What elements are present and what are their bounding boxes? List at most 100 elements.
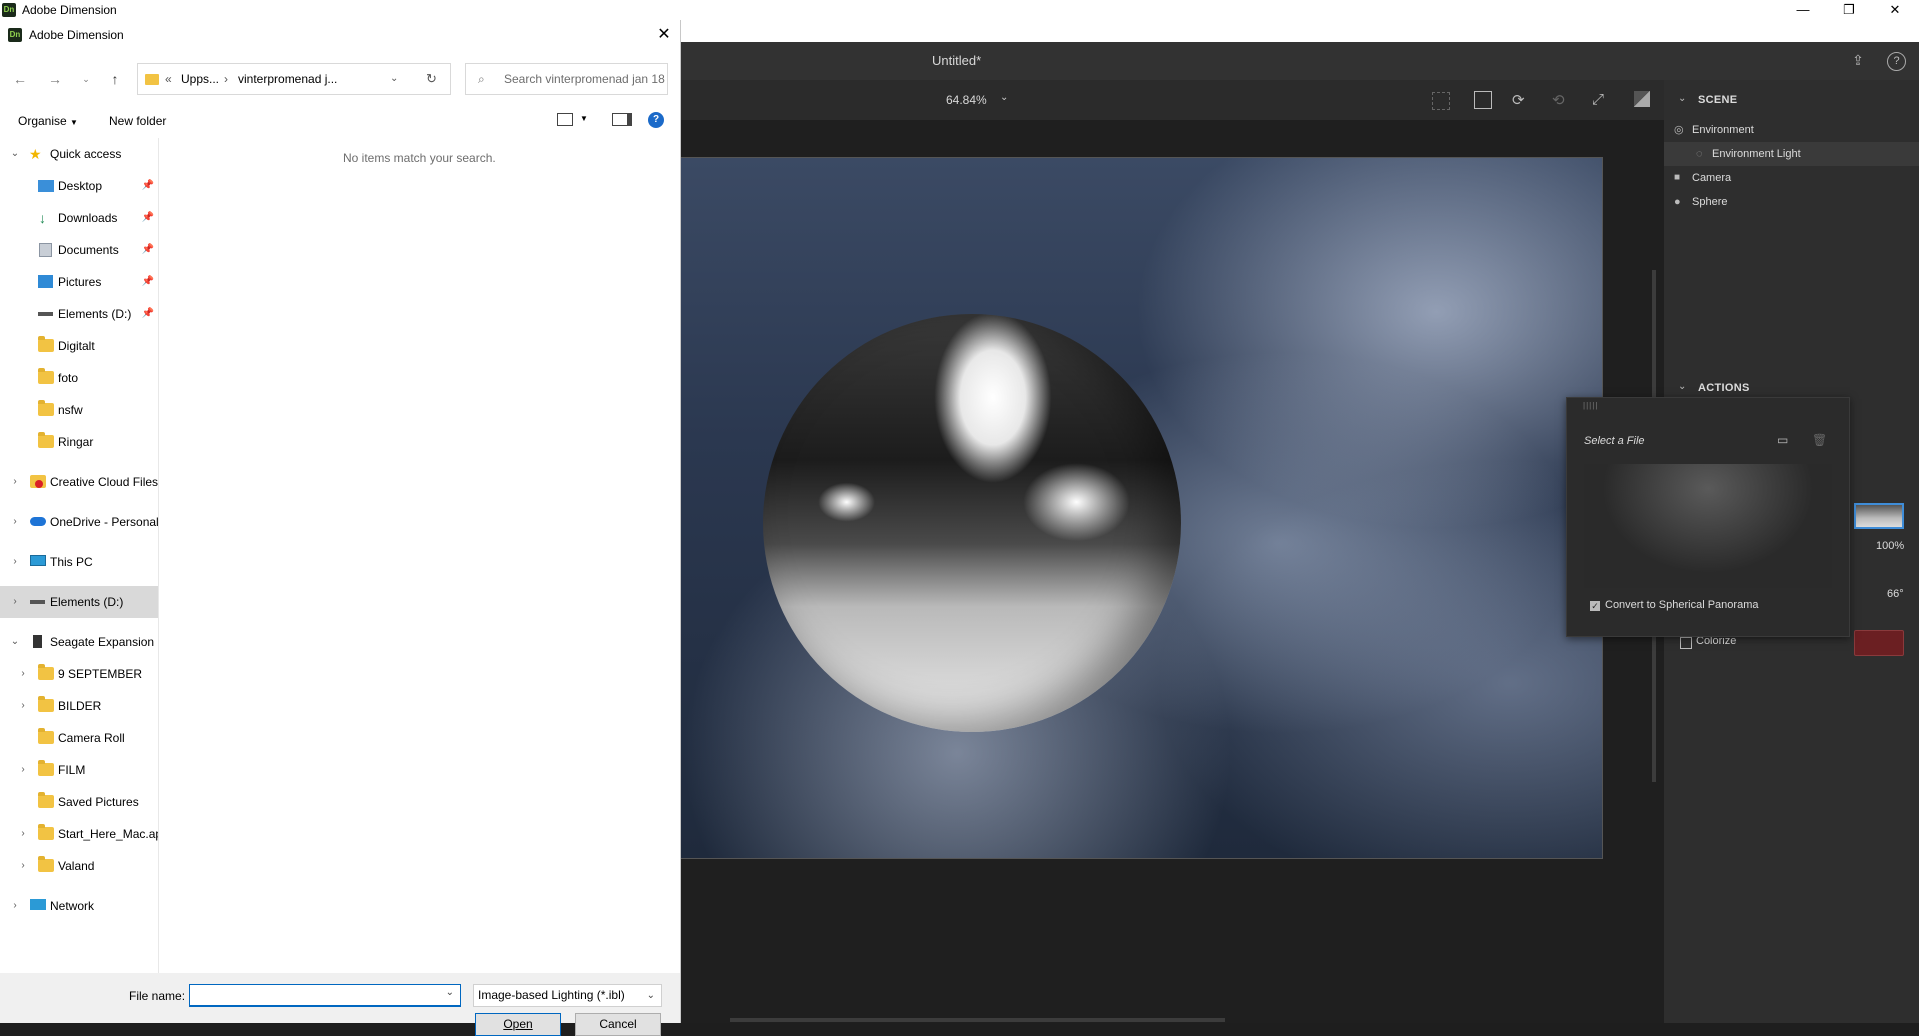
render-preview-icon[interactable] [1634,91,1650,107]
nav-item-ringar[interactable]: Ringar [0,426,158,458]
help-icon[interactable]: ? [648,112,664,128]
nav-item-bilder[interactable]: › BILDER [0,690,158,722]
frame-icon[interactable] [1432,92,1450,110]
nav-item-film[interactable]: › FILM [0,754,158,786]
expand-chevron-icon[interactable]: › [10,890,20,922]
nav-item-quick-access[interactable]: ⌄ ★ Quick access [0,138,158,170]
dialog-close-button[interactable]: ✕ [652,23,676,47]
breadcrumb-item[interactable]: Upps... [181,64,219,94]
expand-chevron-icon[interactable]: › [18,690,28,722]
intensity-value[interactable]: 100% [1876,540,1904,552]
search-input[interactable]: ⌕ Search vinterpromenad jan 18 [465,63,668,95]
rotation-value[interactable]: 66° [1887,588,1904,600]
drag-handle[interactable]: ||||| [1583,401,1598,410]
view-options-icon[interactable] [557,113,573,126]
expand-chevron-icon[interactable]: › [18,818,28,850]
view-dropdown-icon[interactable]: ▼ [580,114,588,123]
file-name-input[interactable]: ⌄ [189,984,461,1007]
nav-item-network[interactable]: › Network [0,890,158,922]
expand-chevron-icon[interactable]: › [10,506,20,538]
refresh-icon[interactable]: ↻ [426,64,437,94]
horizontal-scrollbar[interactable] [730,1018,1225,1022]
help-icon[interactable]: ? [1887,52,1906,71]
scene-item-environment-light[interactable]: ◌ Environment Light [1664,142,1919,166]
render-viewport[interactable] [680,157,1603,859]
dolly-icon[interactable]: ⤢ [1592,91,1604,108]
nav-item-camera-roll[interactable]: Camera Roll [0,722,158,754]
move-camera-icon[interactable] [1474,91,1492,109]
nav-item-this-pc[interactable]: › This PC [0,546,158,578]
scene-item-camera[interactable]: ■ Camera [1672,166,1915,190]
colorize-checkbox[interactable] [1680,637,1692,649]
ibl-preview-image[interactable] [1584,464,1832,588]
forward-button[interactable]: → [43,67,67,91]
scene-collapse-icon[interactable]: ⌄ [1678,93,1686,104]
address-dropdown-icon[interactable]: ⌄ [390,64,398,94]
organise-button[interactable]: Organise ▼ [18,114,78,128]
expand-chevron-icon[interactable]: ⌄ [10,138,20,170]
expand-chevron-icon[interactable]: › [10,546,20,578]
actions-collapse-icon[interactable]: ⌄ [1678,381,1686,392]
chrome-sphere[interactable] [763,314,1181,732]
folder-open-icon[interactable]: ▭ [1777,433,1788,447]
pin-icon[interactable]: 📌 [142,234,154,266]
expand-chevron-icon[interactable]: › [18,658,28,690]
expand-chevron-icon[interactable]: › [10,466,20,498]
nav-item-downloads[interactable]: ↓ Downloads 📌 [0,202,158,234]
nav-item-desktop[interactable]: Desktop 📌 [0,170,158,202]
environment-image-swatch[interactable] [1854,503,1904,529]
nav-item-pictures[interactable]: Pictures 📌 [0,266,158,298]
nav-item-elements-drive-selected[interactable]: › Elements (D:) [0,586,158,618]
nav-item-creative-cloud[interactable]: › Creative Cloud Files [0,466,158,498]
nav-item-valand[interactable]: › Valand [0,850,158,882]
share-icon[interactable]: ⇪ [1849,52,1867,70]
scene-item-environment[interactable]: ◎ Environment [1672,118,1915,142]
expand-chevron-icon[interactable]: › [18,754,28,786]
nav-item-nsfw[interactable]: nsfw [0,394,158,426]
trash-icon[interactable]: 🗑 [1812,433,1827,447]
pan-icon[interactable]: ⟲ [1552,91,1565,109]
pin-icon[interactable]: 📌 [142,170,154,202]
nav-item-saved-pictures[interactable]: Saved Pictures [0,786,158,818]
zoom-level[interactable]: 64.84% [946,93,987,107]
minimize-button[interactable]: — [1780,0,1826,20]
open-button[interactable]: Open [475,1013,561,1036]
nav-item-onedrive[interactable]: › OneDrive - Personal [0,506,158,538]
file-type-select[interactable]: Image-based Lighting (*.ibl) ⌄ [473,984,662,1007]
close-window-button[interactable]: ✕ [1872,0,1918,20]
address-bar[interactable]: « Upps... › vinterpromenad j... ⌄ ↻ [137,63,451,95]
colorize-color-swatch[interactable] [1854,630,1904,656]
scene-item-sphere[interactable]: ● Sphere [1672,190,1915,214]
nav-item-start-here[interactable]: › Start_Here_Mac.ap [0,818,158,850]
recent-locations-button[interactable]: ⌄ [74,67,98,91]
nav-item-elements-drive[interactable]: Elements (D:) 📌 [0,298,158,330]
convert-checkbox[interactable]: ✓ [1590,601,1600,611]
breadcrumb-item[interactable]: vinterpromenad j... [238,64,337,94]
cancel-button[interactable]: Cancel [575,1013,661,1036]
back-button[interactable]: ← [8,67,32,91]
app-titlebar: Dn Adobe Dimension — ❐ ✕ [0,0,1919,20]
nav-item-seagate[interactable]: ⌄ Seagate Expansion D [0,626,158,658]
nav-item-foto[interactable]: foto [0,362,158,394]
nav-item-9-september[interactable]: › 9 SEPTEMBER [0,658,158,690]
nav-item-digitalt[interactable]: Digitalt [0,330,158,362]
actions-header: ACTIONS [1698,382,1750,394]
drive-icon [33,635,42,648]
preview-pane-icon[interactable] [612,113,632,126]
orbit-icon[interactable]: ⟳ [1512,91,1525,109]
pin-icon[interactable]: 📌 [142,202,154,234]
expand-chevron-icon[interactable]: ⌄ [10,626,20,658]
expand-chevron-icon[interactable]: › [18,850,28,882]
nav-item-documents[interactable]: Documents 📌 [0,234,158,266]
pin-icon[interactable]: 📌 [142,298,154,330]
expand-chevron-icon[interactable]: › [10,586,20,618]
pin-icon[interactable]: 📌 [142,266,154,298]
zoom-chevron-icon[interactable]: ⌄ [1000,92,1008,103]
nav-item-label: Start_Here_Mac.ap [58,827,158,841]
nav-item-label: Camera Roll [58,731,125,745]
restore-button[interactable]: ❐ [1826,0,1872,20]
up-button[interactable]: ↑ [103,67,127,91]
new-folder-button[interactable]: New folder [109,114,166,128]
file-name-dropdown-icon[interactable]: ⌄ [446,987,454,998]
nav-item-label: Documents [58,243,119,257]
